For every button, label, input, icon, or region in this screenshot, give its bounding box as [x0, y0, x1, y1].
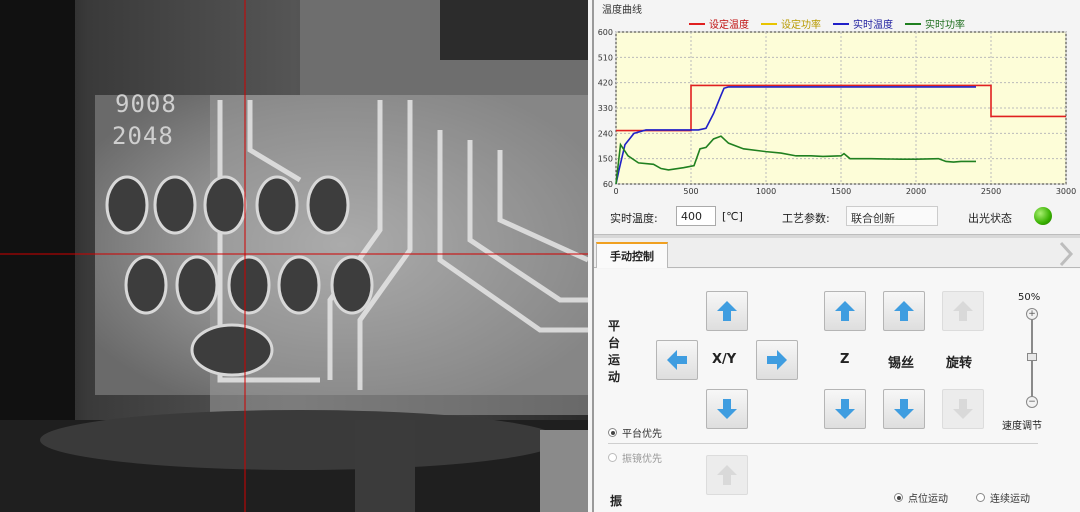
- radio-platform-first[interactable]: 平台优先: [608, 425, 662, 440]
- x-tick-label: 2500: [981, 187, 1001, 196]
- arrow-up-icon: [717, 301, 737, 321]
- rotate-up-button[interactable]: [942, 291, 984, 331]
- realtime-temp-field: 400: [676, 206, 716, 226]
- radio-selected-icon: [608, 428, 617, 437]
- y-tick-label: 60: [603, 180, 613, 189]
- y-tick-label: 420: [598, 79, 613, 88]
- panel-divider: [608, 443, 1038, 444]
- radio-selected-icon: [894, 493, 903, 502]
- radio-galvo-first[interactable]: 振镜优先: [608, 450, 662, 465]
- x-tick-label: 1000: [756, 187, 776, 196]
- speed-slider-thumb[interactable]: [1027, 353, 1037, 361]
- rotate-label: 旋转: [946, 356, 973, 371]
- arrow-left-icon: [667, 350, 687, 370]
- arrow-right-icon: [767, 350, 787, 370]
- arrow-down-icon: [717, 399, 737, 419]
- xy-axis-label: X/Y: [712, 352, 737, 367]
- xy-right-button[interactable]: [756, 340, 798, 380]
- arrow-down-icon: [894, 399, 914, 419]
- realtime-temp-label: 实时温度:: [610, 212, 658, 225]
- x-tick-label: 1500: [831, 187, 851, 196]
- speed-slider[interactable]: + −: [1026, 308, 1038, 408]
- arrow-down-icon: [835, 399, 855, 419]
- solder-wire-label: 锡丝: [888, 356, 915, 371]
- temperature-chart: 60 150 240 330 420 510 600 0 500 1000 1500 2000 2500…: [598, 28, 1076, 196]
- z-up-button[interactable]: [824, 291, 866, 331]
- y-tick-label: 510: [598, 53, 613, 62]
- speed-increase-icon[interactable]: +: [1026, 308, 1038, 320]
- radio-unselected-icon: [608, 453, 617, 462]
- radio-point-motion[interactable]: 点位运动: [894, 490, 948, 505]
- platform-motion-label: 平台运动: [608, 319, 621, 384]
- light-status-label: 出光状态: [968, 212, 1012, 225]
- arrow-up-icon: [835, 301, 855, 321]
- x-tick-label: 0: [613, 187, 618, 196]
- speed-decrease-icon[interactable]: −: [1026, 396, 1038, 408]
- tab-manual-control[interactable]: 手动控制: [596, 242, 668, 268]
- radio-continuous-motion[interactable]: 连续运动: [976, 490, 1030, 505]
- z-down-button[interactable]: [824, 389, 866, 429]
- radio-unselected-icon: [976, 493, 985, 502]
- y-tick-label: 600: [598, 28, 613, 37]
- solder-down-button[interactable]: [883, 389, 925, 429]
- temp-unit-label: [℃]: [722, 210, 743, 223]
- process-param-field: 联合创新: [846, 206, 938, 226]
- galvo-up-button[interactable]: [706, 455, 748, 495]
- solder-up-button[interactable]: [883, 291, 925, 331]
- x-tick-label: 3000: [1056, 187, 1076, 196]
- chip-marking-bottom: 2048: [112, 122, 174, 150]
- y-tick-label: 330: [598, 104, 613, 113]
- arrow-up-icon: [953, 301, 973, 321]
- temp-curve-title: 温度曲线: [602, 5, 642, 16]
- x-tick-label: 500: [683, 187, 698, 196]
- arrow-up-icon: [894, 301, 914, 321]
- process-param-label: 工艺参数:: [782, 212, 830, 225]
- light-status-indicator: [1034, 207, 1052, 225]
- tab-scroll-right-icon[interactable]: [1054, 240, 1078, 268]
- x-tick-label: 2000: [906, 187, 926, 196]
- xy-left-button[interactable]: [656, 340, 698, 380]
- rotate-down-button[interactable]: [942, 389, 984, 429]
- chip-marking-top: 9008: [115, 90, 177, 118]
- speed-adjust-label: 速度调节: [1002, 421, 1042, 432]
- y-tick-label: 150: [598, 155, 613, 164]
- y-tick-label: 240: [598, 129, 613, 138]
- camera-image: [0, 0, 588, 512]
- z-axis-label: Z: [840, 352, 850, 367]
- right-panel: 温度曲线 设定温度 设定功率 实时温度 实时功率 60 150 240 330 420 5…: [592, 0, 1080, 512]
- galvo-motion-label: 振: [610, 494, 623, 508]
- xy-up-button[interactable]: [706, 291, 748, 331]
- xy-down-button[interactable]: [706, 389, 748, 429]
- speed-percent-label: 50%: [1018, 292, 1041, 303]
- arrow-up-icon: [717, 465, 737, 485]
- arrow-down-icon: [953, 399, 973, 419]
- camera-view: 9008 2048: [0, 0, 588, 512]
